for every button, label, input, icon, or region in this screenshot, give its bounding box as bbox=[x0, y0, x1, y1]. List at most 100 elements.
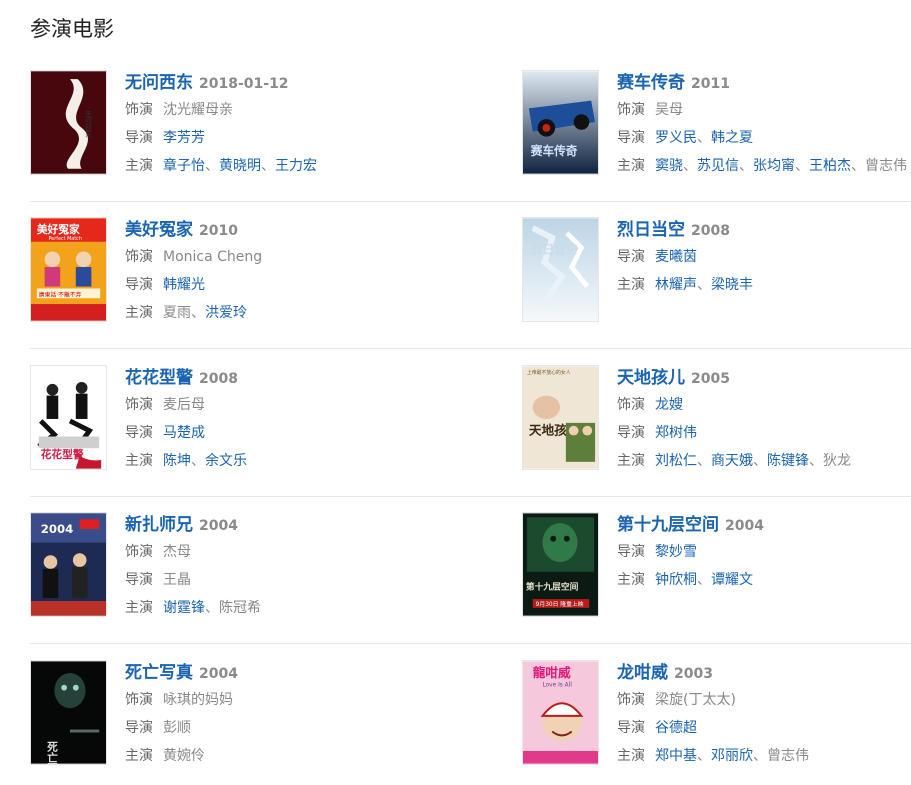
movie-title-link[interactable]: 新扎师兄 bbox=[125, 515, 193, 535]
person-link[interactable]: 窦骁 bbox=[655, 158, 683, 174]
movie-poster[interactable]: 烈日当空 bbox=[522, 217, 599, 322]
person-link[interactable]: 马楚成 bbox=[163, 425, 205, 441]
director-names: 罗义民、韩之夏 bbox=[655, 130, 753, 146]
role-row: 饰演 Monica Cheng bbox=[125, 243, 430, 271]
name-separator: 、 bbox=[205, 158, 219, 174]
director-label: 导演 bbox=[617, 130, 645, 146]
name-separator: 、 bbox=[809, 453, 823, 469]
cast-row: 主演 夏雨、洪爱玲 bbox=[125, 299, 430, 327]
person-link[interactable]: 章子怡 bbox=[163, 158, 205, 174]
person-link[interactable]: 谷德超 bbox=[655, 720, 697, 736]
name-separator: 、 bbox=[191, 305, 205, 321]
movie-title-link[interactable]: 赛车传奇 bbox=[617, 73, 685, 93]
cast-names: 夏雨、洪爱玲 bbox=[163, 305, 247, 321]
person-link[interactable]: 苏见信 bbox=[697, 158, 739, 174]
section-title: 参演电影 bbox=[30, 17, 114, 41]
person-name: 王晶 bbox=[163, 572, 191, 588]
movie-info: 花花型警 2008 饰演 麦后母 导演 马楚成 主演 陈坤、余文乐 bbox=[125, 365, 430, 475]
person-link[interactable]: 张均甯 bbox=[753, 158, 795, 174]
person-link[interactable]: 李芳芳 bbox=[163, 130, 205, 146]
movie-title-link[interactable]: 龙咁威 bbox=[617, 663, 668, 683]
movie-title-link[interactable]: 花花型警 bbox=[125, 368, 193, 388]
poster-text: Perfect Match bbox=[49, 236, 82, 242]
movie-poster[interactable]: 2004 bbox=[30, 512, 107, 617]
director-row: 导演 韩耀光 bbox=[125, 271, 430, 299]
cast-row: 主演 黄婉伶 bbox=[125, 742, 430, 770]
movie-title-link[interactable]: 死亡写真 bbox=[125, 663, 193, 683]
person-name: 曾志伟 bbox=[767, 748, 809, 764]
cast-label: 主演 bbox=[125, 305, 153, 321]
director-row: 导演 谷德超 bbox=[617, 714, 911, 742]
poster-text: 无问西东 bbox=[83, 110, 91, 137]
name-separator: 、 bbox=[795, 158, 809, 174]
director-names: 王晶 bbox=[163, 572, 191, 588]
person-link[interactable]: 谭耀文 bbox=[711, 572, 753, 588]
person-name: 彭顺 bbox=[163, 720, 191, 736]
role-value[interactable]: 龙嫂 bbox=[655, 397, 683, 413]
cast-label: 主演 bbox=[617, 572, 645, 588]
movie-poster[interactable]: 赛车传奇 bbox=[522, 70, 599, 175]
poster-meihaoyuanjia-image: 美好冤家 Perfect Match 廣東話·不離不弃 bbox=[31, 218, 106, 321]
movie-info: 无问西东 2018-01-12 饰演 沈光耀母亲 导演 李芳芳 主演 章子怡、黄晓明、王… bbox=[125, 70, 430, 180]
role-row: 饰演 杰母 bbox=[125, 538, 430, 566]
person-link[interactable]: 黄晓明 bbox=[219, 158, 261, 174]
movie-title-link[interactable]: 天地孩儿 bbox=[617, 368, 685, 388]
name-separator: 、 bbox=[205, 600, 219, 616]
movie-poster[interactable]: 无问西东 bbox=[30, 70, 107, 175]
person-link[interactable]: 刘松仁 bbox=[655, 453, 697, 469]
movie-info: 天地孩儿 2005 饰演 龙嫂 导演 郑树伟 主演 刘松仁、商天娥、陈键锋、狄龙 bbox=[617, 365, 911, 475]
movie-poster[interactable]: 花花型警 bbox=[30, 365, 107, 470]
person-link[interactable]: 麦曦茵 bbox=[655, 249, 697, 265]
cast-label: 主演 bbox=[125, 453, 153, 469]
person-link[interactable]: 韩耀光 bbox=[163, 277, 205, 293]
person-link[interactable]: 黎妙雪 bbox=[655, 544, 697, 560]
poster-text: 2004 bbox=[41, 522, 74, 536]
movie-poster[interactable]: 第十九层空间 9月30日 隆重上映 bbox=[522, 512, 599, 617]
movie-info: 烈日当空 2008 导演 麦曦茵 主演 林耀声、梁晓丰 bbox=[617, 217, 911, 299]
person-link[interactable]: 陈键锋 bbox=[767, 453, 809, 469]
person-link[interactable]: 王柏杰 bbox=[809, 158, 851, 174]
person-link[interactable]: 韩之夏 bbox=[711, 130, 753, 146]
role-row: 饰演 吴母 bbox=[617, 96, 911, 124]
cast-label: 主演 bbox=[617, 158, 645, 174]
person-link[interactable]: 谢霆锋 bbox=[163, 600, 205, 616]
person-link[interactable]: 邓丽欣 bbox=[711, 748, 753, 764]
movie-poster[interactable]: 死亡写真 bbox=[30, 660, 107, 765]
movie-title-link[interactable]: 无问西东 bbox=[125, 73, 193, 93]
role-value: 咏琪的妈妈 bbox=[163, 692, 233, 708]
person-link[interactable]: 罗义民 bbox=[655, 130, 697, 146]
movie-poster[interactable]: 上帝最不放心的女人 天地孩儿 bbox=[522, 365, 599, 470]
person-link[interactable]: 梁晓丰 bbox=[711, 277, 753, 293]
role-row: 饰演 麦后母 bbox=[125, 391, 430, 419]
person-link[interactable]: 王力宏 bbox=[275, 158, 317, 174]
poster-text: 赛车传奇 bbox=[530, 144, 578, 158]
person-name: 陈冠希 bbox=[219, 600, 261, 616]
director-label: 导演 bbox=[617, 544, 645, 560]
movie-year: 2004 bbox=[199, 666, 238, 682]
person-link[interactable]: 洪爱玲 bbox=[205, 305, 247, 321]
person-link[interactable]: 林耀声 bbox=[655, 277, 697, 293]
poster-text: 美好冤家 bbox=[37, 223, 80, 236]
movie-title-link[interactable]: 烈日当空 bbox=[617, 220, 685, 240]
movie-card: 美好冤家 Perfect Match 廣東話·不離不弃 美好冤家 2010 饰演 M… bbox=[30, 217, 430, 327]
person-link[interactable]: 郑中基 bbox=[655, 748, 697, 764]
cast-names: 刘松仁、商天娥、陈键锋、狄龙 bbox=[655, 453, 851, 469]
movie-poster[interactable]: 龍咁威 Love Is All bbox=[522, 660, 599, 765]
role-value: 麦后母 bbox=[163, 397, 205, 413]
name-separator: 、 bbox=[697, 748, 711, 764]
poster-text: 龍咁威 bbox=[533, 665, 571, 680]
name-separator: 、 bbox=[697, 130, 711, 146]
director-names: 韩耀光 bbox=[163, 277, 205, 293]
person-link[interactable]: 钟欣桐 bbox=[655, 572, 697, 588]
person-link[interactable]: 余文乐 bbox=[205, 453, 247, 469]
name-separator: 、 bbox=[191, 453, 205, 469]
movie-title-link[interactable]: 第十九层空间 bbox=[617, 515, 719, 535]
person-link[interactable]: 陈坤 bbox=[163, 453, 191, 469]
movie-title-link[interactable]: 美好冤家 bbox=[125, 220, 193, 240]
cast-names: 黄婉伶 bbox=[163, 748, 205, 764]
poster-text: 廣東話·不離不弃 bbox=[39, 290, 82, 298]
person-link[interactable]: 郑树伟 bbox=[655, 425, 697, 441]
movie-poster[interactable]: 美好冤家 Perfect Match 廣東話·不離不弃 bbox=[30, 217, 107, 322]
poster-wuwenxidong-image: 无问西东 bbox=[31, 71, 106, 174]
person-link[interactable]: 商天娥 bbox=[711, 453, 753, 469]
